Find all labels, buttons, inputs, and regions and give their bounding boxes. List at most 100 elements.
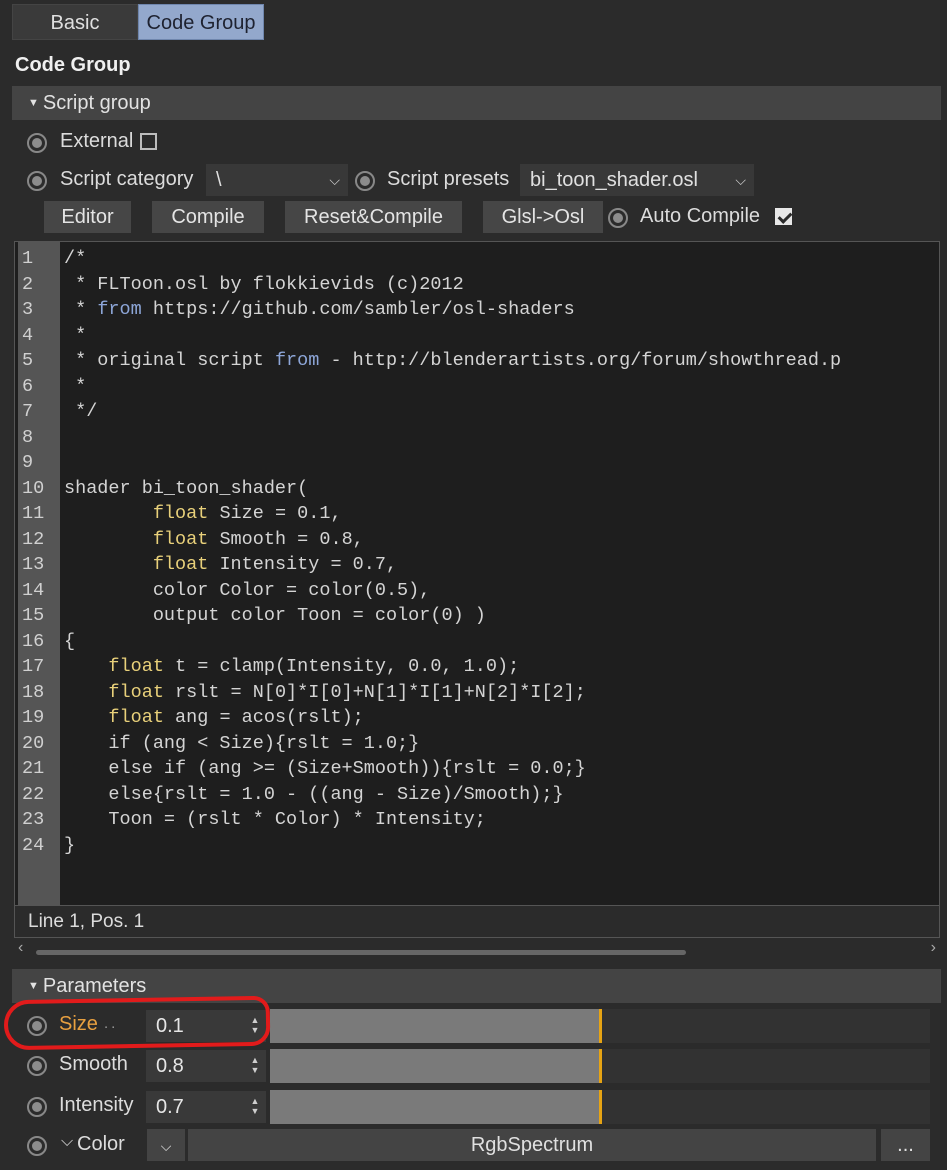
editor-horizontal-scrollbar[interactable]: ‹ › [14, 939, 940, 962]
tab-basic[interactable]: Basic [12, 4, 138, 40]
parameters-title: Parameters [42, 975, 147, 997]
code-line: 3 * from https://github.com/sambler/osl-… [15, 297, 575, 323]
line-number: 9 [22, 452, 34, 473]
line-number: 24 [22, 834, 45, 856]
code-line: 22 else{rslt = 1.0 - ((ang - Size)/Smoot… [15, 782, 564, 808]
code-line: 11 float Size = 0.1, [15, 501, 342, 527]
code-line: 17 float t = clamp(Intensity, 0.0, 1.0); [15, 654, 519, 680]
code-line: 6 * [15, 374, 86, 400]
code-line-text: float Intensity = 0.7, [152, 554, 398, 575]
code-line-text: else if (ang >= (Size+Smooth)){rslt = 0.… [64, 758, 586, 779]
line-number: 17 [22, 656, 45, 677]
script-category-value: \ [216, 169, 222, 191]
script-presets-anim-radio[interactable] [355, 171, 375, 191]
collapse-triangle-icon: ▼ [28, 980, 39, 992]
code-line-text: output color Toon = color(0) ) [64, 605, 486, 626]
intensity-anim-radio[interactable] [27, 1097, 47, 1117]
slider-fill [270, 1009, 600, 1043]
intensity-slider[interactable] [270, 1090, 930, 1124]
external-label: External [60, 130, 134, 152]
script-presets-label: Script presets [387, 168, 510, 190]
line-number: 19 [22, 707, 45, 728]
script-category-label: Script category [60, 168, 194, 190]
code-text: 1 /* 2 * FLToon.osl by flokkievids (c)2012… [15, 246, 841, 858]
code-line-text: float Size = 0.1, [152, 503, 342, 524]
line-number: 23 [22, 809, 45, 830]
line-number: 18 [22, 681, 45, 703]
editor-button[interactable]: Editor [44, 201, 131, 233]
chevron-down-icon: ⌵ [160, 1138, 172, 1154]
code-line-text: float ang = acos(rslt); [108, 707, 364, 728]
line-number: 3 [22, 299, 34, 320]
code-editor[interactable]: 1 /* 2 * FLToon.osl by flokkievids (c)2012… [14, 241, 940, 938]
line-number: 5 [22, 350, 34, 371]
param-row-intensity: Intensity 0.7 ▲ ▼ [12, 1090, 941, 1126]
tab-bar: Basic Code Group [12, 4, 264, 40]
code-line: 1 /* [15, 246, 86, 272]
code-line-text: else{rslt = 1.0 - ((ang - Size)/Smooth);… [64, 783, 564, 805]
code-line: 23 Toon = (rslt * Color) * Intensity; [15, 807, 486, 833]
script-presets-select[interactable]: bi_toon_shader.osl ⌵ [520, 164, 754, 196]
smooth-slider[interactable] [270, 1049, 930, 1083]
scrollbar-thumb[interactable] [36, 950, 686, 955]
chevron-down-icon: ⌵ [735, 172, 746, 188]
collapse-triangle-icon: ▼ [28, 97, 39, 109]
line-number: 20 [22, 732, 45, 754]
external-anim-radio[interactable] [27, 133, 47, 153]
annotation-circle [3, 995, 271, 1051]
line-number: 12 [22, 528, 45, 550]
line-number: 8 [22, 426, 34, 448]
chevron-down-icon[interactable]: ⌵ [61, 1133, 73, 1151]
color-anim-radio[interactable] [27, 1136, 47, 1156]
code-line: 4 * [15, 323, 86, 349]
spinner-icon[interactable]: ▲ ▼ [250, 1055, 260, 1075]
code-line: 8 [15, 425, 57, 451]
glsl-to-osl-button[interactable]: Glsl->Osl [483, 201, 603, 233]
auto-compile-anim-radio[interactable] [608, 208, 628, 228]
slider-thumb[interactable] [599, 1049, 602, 1083]
code-line: 9 [15, 450, 57, 476]
script-group-header[interactable]: ▼ Script group [12, 86, 941, 120]
code-line-text: * [64, 375, 87, 397]
intensity-input[interactable]: 0.7 ▲ ▼ [146, 1091, 266, 1123]
code-line: 7 */ [15, 399, 97, 425]
code-line-text: if (ang < Size){rslt = 1.0;} [64, 732, 420, 754]
scroll-right-icon[interactable]: › [931, 939, 936, 957]
code-line-text: * original script from - http://blendera… [64, 350, 842, 371]
external-checkbox[interactable] [140, 133, 157, 150]
size-slider[interactable] [270, 1009, 930, 1043]
script-group-title: Script group [42, 92, 151, 114]
code-line-text: float rslt = N[0]*I[0]+N[1]*I[1]+N[2]*I[… [108, 681, 586, 703]
code-line: 15 output color Toon = color(0) ) [15, 603, 486, 629]
scroll-left-icon[interactable]: ‹ [18, 939, 23, 957]
compile-button[interactable]: Compile [152, 201, 264, 233]
code-line: 5 * original script from - http://blende… [15, 348, 841, 374]
color-mode-button[interactable]: RgbSpectrum [188, 1129, 876, 1161]
color-type-dropdown[interactable]: ⌵ [147, 1129, 185, 1161]
line-number: 16 [22, 630, 45, 652]
smooth-anim-radio[interactable] [27, 1056, 47, 1076]
chevron-down-icon: ⌵ [329, 172, 340, 188]
code-line-text: } [64, 834, 76, 856]
slider-thumb[interactable] [599, 1009, 602, 1043]
line-number: 14 [22, 579, 45, 601]
line-number: 11 [22, 503, 45, 524]
code-line: 21 else if (ang >= (Size+Smooth)){rslt =… [15, 756, 586, 782]
code-line-text: shader bi_toon_shader( [64, 477, 309, 499]
script-category-select[interactable]: \ ⌵ [206, 164, 348, 196]
param-label-smooth: Smooth [59, 1053, 128, 1075]
smooth-input[interactable]: 0.8 ▲ ▼ [146, 1050, 266, 1082]
smooth-value: 0.8 [156, 1055, 184, 1077]
line-number: 2 [22, 273, 34, 295]
code-line-text: * [64, 324, 87, 346]
reset-compile-button[interactable]: Reset&Compile [285, 201, 462, 233]
code-line-text: { [64, 630, 76, 652]
tab-code-group[interactable]: Code Group [138, 4, 264, 40]
auto-compile-checkbox[interactable] [775, 208, 792, 225]
code-line: 16 { [15, 629, 75, 655]
color-more-button[interactable]: ... [881, 1129, 930, 1161]
spinner-icon[interactable]: ▲ ▼ [250, 1096, 260, 1116]
script-category-anim-radio[interactable] [27, 171, 47, 191]
slider-thumb[interactable] [599, 1090, 602, 1124]
line-number: 10 [22, 477, 45, 499]
